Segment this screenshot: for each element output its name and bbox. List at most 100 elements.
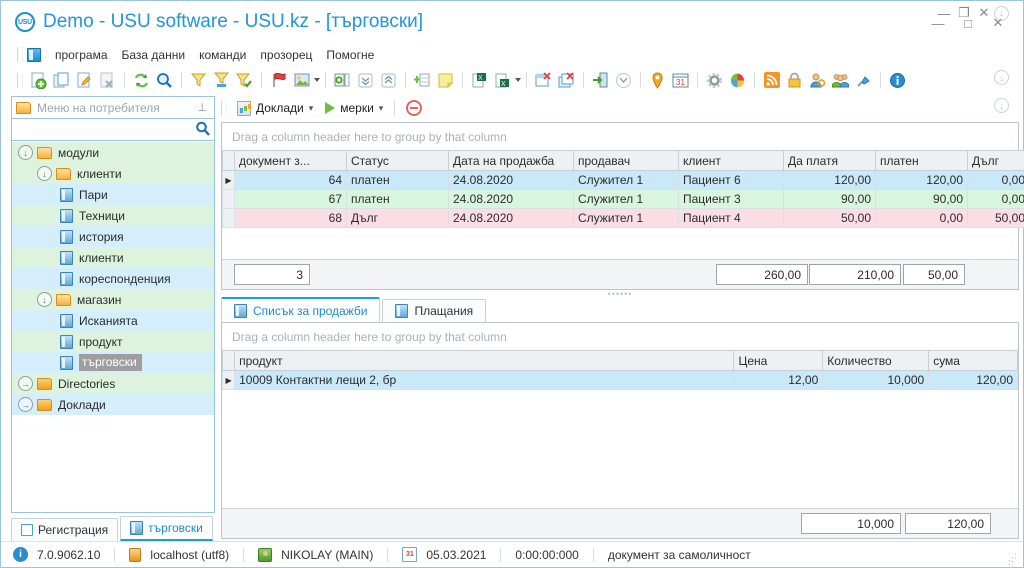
tab-sales-list[interactable]: Списък за продажби bbox=[221, 297, 381, 322]
table-cell[interactable]: 64 bbox=[234, 170, 347, 190]
collapse-all-icon[interactable] bbox=[355, 70, 376, 91]
plugin-icon[interactable] bbox=[853, 70, 874, 91]
refresh-icon[interactable] bbox=[131, 70, 152, 91]
expand-all-icon[interactable] bbox=[378, 70, 399, 91]
new-window-icon[interactable] bbox=[533, 70, 554, 91]
sidebar-tree-item[interactable]: Пари bbox=[12, 184, 214, 205]
collapse-node-icon[interactable]: ↓ bbox=[37, 166, 52, 181]
group-panel[interactable]: Drag a column header here to group by th… bbox=[222, 323, 1018, 350]
horizontal-splitter[interactable]: •••••• bbox=[221, 289, 1019, 298]
column-header[interactable]: Дълг bbox=[967, 150, 1024, 171]
sidebar-tree-item[interactable]: търговски bbox=[12, 352, 214, 373]
table-cell[interactable]: Дълг bbox=[346, 208, 449, 228]
column-header[interactable]: Статус bbox=[346, 150, 449, 171]
note-icon[interactable] bbox=[435, 70, 456, 91]
table-row[interactable]: 67 платен 24.08.2020 Служител 1 Пациент 3 90,… bbox=[222, 189, 1024, 209]
search-icon[interactable] bbox=[154, 70, 175, 91]
column-header[interactable]: продавач bbox=[573, 150, 679, 171]
row-indicator[interactable]: ▶ bbox=[221, 370, 236, 390]
column-header[interactable]: Количество bbox=[822, 350, 930, 371]
table-row[interactable]: ▶ 64 платен 24.08.2020 Служител 1 Пациент 6 12… bbox=[222, 170, 1024, 190]
table-cell[interactable]: платен bbox=[346, 170, 449, 190]
image-icon[interactable] bbox=[291, 70, 312, 91]
mdi-minimize-button[interactable]: — bbox=[934, 4, 954, 22]
table-cell[interactable]: 24.08.2020 bbox=[448, 189, 574, 209]
table-cell[interactable]: Служител 1 bbox=[573, 189, 679, 209]
menu-item-window[interactable]: прозорец bbox=[253, 46, 319, 64]
table-row[interactable]: 68 Дълг 24.08.2020 Служител 1 Пациент 4 50,00… bbox=[222, 208, 1024, 228]
mdi-close-button[interactable]: ✕ bbox=[974, 4, 994, 22]
column-header[interactable]: сума bbox=[928, 350, 1018, 371]
toolbar-collapse-icon[interactable]: ↓ bbox=[994, 70, 1009, 85]
table-cell[interactable]: 120,00 bbox=[783, 170, 876, 190]
table-cell[interactable]: Пациент 6 bbox=[678, 170, 784, 190]
sidebar-tree-item[interactable]: кореспонденция bbox=[12, 268, 214, 289]
table-cell[interactable]: 50,00 bbox=[783, 208, 876, 228]
table-cell[interactable]: 67 bbox=[234, 189, 347, 209]
row-indicator[interactable] bbox=[222, 208, 235, 228]
sub-toolbar-grip[interactable] bbox=[221, 100, 227, 116]
mdi-collapse-icon[interactable]: ↓ bbox=[994, 5, 1009, 21]
group-panel[interactable]: Drag a column header here to group by th… bbox=[222, 123, 1018, 150]
color-wheel-icon[interactable] bbox=[727, 70, 748, 91]
lock-icon[interactable] bbox=[784, 70, 805, 91]
table-cell[interactable]: 0,00 bbox=[875, 208, 968, 228]
search-input[interactable] bbox=[16, 121, 195, 138]
table-cell[interactable]: 24.08.2020 bbox=[448, 208, 574, 228]
reports-button[interactable]: Доклади ▾ bbox=[231, 98, 319, 119]
map-pin-icon[interactable] bbox=[647, 70, 668, 91]
excel-dropdown-caret-icon[interactable] bbox=[515, 78, 521, 82]
footer-total-debt[interactable]: 50,00 bbox=[903, 264, 965, 285]
toolbar-grip[interactable] bbox=[17, 47, 23, 62]
table-cell[interactable]: Служител 1 bbox=[573, 170, 679, 190]
column-header[interactable]: документ з... bbox=[234, 150, 347, 171]
add-record-icon[interactable] bbox=[28, 70, 49, 91]
table-cell[interactable]: 0,00 bbox=[967, 189, 1024, 209]
exit-icon[interactable] bbox=[590, 70, 611, 91]
table-cell[interactable]: 12,00 bbox=[733, 370, 824, 390]
column-header[interactable]: Цена bbox=[733, 350, 824, 371]
sidebar-tab-trade[interactable]: търговски bbox=[120, 516, 213, 541]
expand-panel-icon[interactable] bbox=[332, 70, 353, 91]
sidebar-tree-item[interactable]: ↓ клиенти bbox=[12, 163, 214, 184]
table-cell[interactable]: Пациент 3 bbox=[678, 189, 784, 209]
footer-total-due[interactable]: 260,00 bbox=[716, 264, 808, 285]
column-header[interactable]: Да платя bbox=[783, 150, 876, 171]
duplicate-window-icon[interactable] bbox=[556, 70, 577, 91]
excel-export-icon[interactable]: X bbox=[469, 70, 490, 91]
calendar-icon[interactable]: 31 bbox=[670, 70, 691, 91]
expand-node-icon[interactable]: → bbox=[18, 397, 33, 412]
menu-item-programa[interactable]: програма bbox=[48, 46, 115, 64]
excel-import-icon[interactable]: X bbox=[492, 70, 513, 91]
menu-item-help[interactable]: Помогне bbox=[319, 46, 381, 64]
sidebar-tree-item[interactable]: продукт bbox=[12, 331, 214, 352]
settings-icon[interactable] bbox=[704, 70, 725, 91]
main-toolbar-grip[interactable] bbox=[17, 72, 23, 88]
menu-item-commands[interactable]: команди bbox=[192, 46, 253, 64]
sidebar-tree-item[interactable]: Исканията bbox=[12, 310, 214, 331]
table-cell[interactable]: 24.08.2020 bbox=[448, 170, 574, 190]
table-cell[interactable]: 0,00 bbox=[967, 170, 1024, 190]
sidebar-tree-item[interactable]: Техници bbox=[12, 205, 214, 226]
table-cell[interactable]: 10,000 bbox=[822, 370, 930, 390]
sidebar-tree-item[interactable]: → Directories bbox=[12, 373, 214, 394]
footer-total-paid[interactable]: 210,00 bbox=[809, 264, 901, 285]
table-cell[interactable]: 120,00 bbox=[928, 370, 1018, 390]
table-cell[interactable]: 68 bbox=[234, 208, 347, 228]
expand-node-icon[interactable]: → bbox=[18, 376, 33, 391]
sidebar-tree[interactable]: ↓ модули ↓ клиенти Пари Техници история клиенти… bbox=[11, 140, 215, 513]
row-indicator[interactable]: ▶ bbox=[222, 170, 235, 190]
filter-apply-icon[interactable] bbox=[211, 70, 232, 91]
menu-item-database[interactable]: База данни bbox=[115, 46, 193, 64]
table-row[interactable]: ▶ 10009 Контактни лещи 2, бр 12,00 10,000 12… bbox=[221, 370, 1018, 390]
search-icon[interactable] bbox=[195, 121, 210, 139]
sidebar-tree-item[interactable]: → Доклади bbox=[12, 394, 214, 415]
measures-button[interactable]: мерки ▾ bbox=[319, 98, 389, 118]
footer-row-count[interactable]: 3 bbox=[234, 264, 310, 285]
collapse-node-icon[interactable]: ↓ bbox=[37, 292, 52, 307]
user-search-icon[interactable] bbox=[807, 70, 828, 91]
rss-icon[interactable] bbox=[761, 70, 782, 91]
column-header[interactable]: клиент bbox=[678, 150, 784, 171]
table-cell[interactable]: 120,00 bbox=[875, 170, 968, 190]
sidebar-tree-item[interactable]: ↓ магазин bbox=[12, 289, 214, 310]
